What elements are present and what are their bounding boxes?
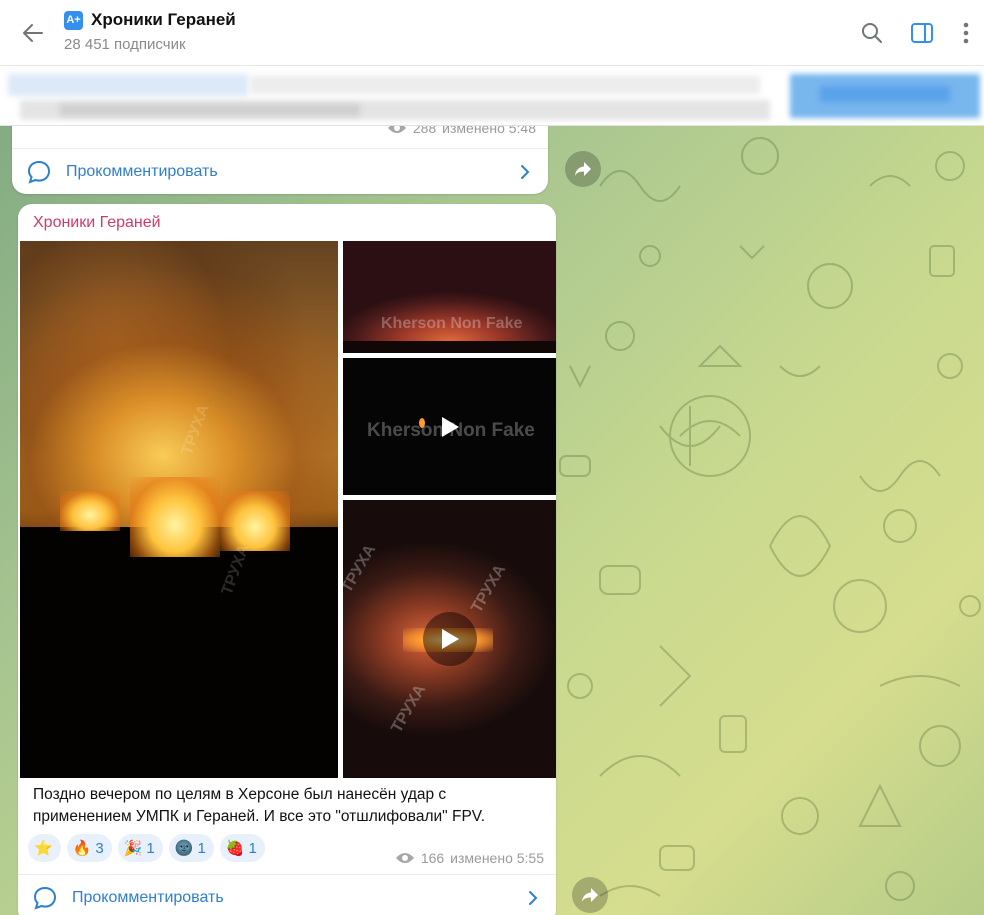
media-photo-1[interactable]: ТРУХА ТРУХА: [20, 241, 338, 778]
back-button[interactable]: [18, 18, 48, 48]
reaction-count: 1: [197, 839, 206, 857]
forward-arrow-icon: [582, 888, 598, 902]
media-video-2[interactable]: ТРУХА ТРУХА ТРУХА: [343, 500, 556, 778]
sender-name[interactable]: Хроники Гераней: [33, 214, 161, 232]
reaction-star[interactable]: ⭐: [28, 834, 61, 862]
comment-button[interactable]: Прокомментировать: [12, 148, 548, 194]
chat-header: A+ Хроники Гераней 28 451 подписчик: [0, 0, 984, 66]
views-count: 288: [412, 126, 437, 136]
channel-title: Хроники Гераней: [91, 10, 236, 29]
message-caption: Поздно вечером по целям в Херсоне был на…: [33, 784, 543, 828]
watermark-text: Kherson Non Fake: [381, 315, 523, 332]
message-meta: 166 изменено 5:55: [395, 850, 544, 866]
watermark-text: ТРУХА: [468, 561, 510, 616]
chevron-right-icon: [529, 890, 538, 905]
media-horizon: [343, 341, 556, 353]
reaction-count: 3: [95, 839, 104, 857]
forward-arrow-icon: [575, 162, 591, 176]
message-bubble: Хроники Гераней ТРУХА ТРУХА Kherson Non …: [18, 204, 556, 915]
reaction-count: 1: [248, 839, 257, 857]
new-moon-face-emoji-icon: 🌚: [174, 839, 194, 857]
media-ground: [20, 527, 338, 778]
play-button[interactable]: [423, 400, 477, 454]
media-flame: [220, 491, 290, 551]
views-count: 166: [420, 850, 445, 866]
views-eye-icon: [395, 853, 414, 863]
edited-time: изменено 5:48: [442, 126, 536, 136]
blurred-block: [820, 86, 950, 102]
comment-button[interactable]: Прокомментировать: [18, 874, 556, 915]
reaction-count: 1: [146, 839, 155, 857]
channel-badge-icon: A+: [64, 10, 83, 30]
search-icon: [862, 23, 882, 43]
views-eye-icon: [387, 126, 406, 133]
strawberry-emoji-icon: 🍓: [225, 839, 245, 857]
comment-bubble-icon: [33, 886, 57, 910]
star-emoji-icon: ⭐: [34, 839, 53, 857]
watermark-text: ТРУХА: [343, 541, 380, 596]
media-flame: [130, 477, 220, 557]
caption-line: применением УМПК и Гераней. И все это "о…: [33, 808, 486, 825]
chevron-right-icon: [521, 164, 530, 179]
reaction-strawberry[interactable]: 🍓 1: [219, 834, 265, 862]
play-icon: [442, 417, 459, 437]
more-vert-icon: [963, 22, 969, 44]
chat-area: 288 изменено 5:48 Прокомментировать Хрон…: [0, 126, 984, 915]
forward-button[interactable]: [565, 151, 601, 187]
sidebar-toggle-button[interactable]: [907, 18, 937, 48]
comment-label: Прокомментировать: [66, 162, 218, 180]
watermark-text: ТРУХА: [388, 681, 430, 736]
channel-title-row[interactable]: A+ Хроники Гераней: [64, 10, 236, 30]
sidebar-toggle-icon: [911, 23, 933, 43]
fire-emoji-icon: 🔥: [72, 839, 92, 857]
blurred-block: [8, 74, 248, 96]
back-arrow-icon: [23, 24, 43, 42]
reaction-moon[interactable]: 🌚 1: [168, 834, 214, 862]
watermark-text: ТРУХА: [178, 402, 213, 458]
message-bubble-previous: 288 изменено 5:48 Прокомментировать: [12, 126, 548, 194]
blurred-block: [250, 76, 760, 94]
forward-button[interactable]: [572, 877, 608, 913]
caption-line: Поздно вечером по целям в Херсоне был на…: [33, 786, 447, 803]
media-flame: [60, 491, 120, 531]
edited-time: изменено 5:55: [450, 850, 544, 866]
reaction-fire[interactable]: 🔥 3: [66, 834, 112, 862]
blurred-block: [60, 104, 360, 116]
pinned-bar[interactable]: [0, 66, 984, 126]
search-button[interactable]: [857, 18, 887, 48]
play-button[interactable]: [423, 612, 477, 666]
subscriber-count: 28 451 подписчик: [64, 36, 186, 53]
reactions-row: ⭐ 🔥 3 🎉 1 🌚 1 🍓 1: [28, 834, 265, 862]
comment-bubble-icon: [27, 160, 51, 184]
reaction-party[interactable]: 🎉 1: [117, 834, 163, 862]
play-icon: [442, 629, 459, 649]
comment-label: Прокомментировать: [72, 888, 224, 906]
more-menu-button[interactable]: [951, 18, 981, 48]
message-meta: 288 изменено 5:48: [387, 126, 536, 136]
party-popper-emoji-icon: 🎉: [123, 839, 143, 857]
media-video-1[interactable]: Kherson Non Fake: [343, 358, 556, 495]
media-photo-2[interactable]: Kherson Non Fake: [343, 241, 556, 353]
